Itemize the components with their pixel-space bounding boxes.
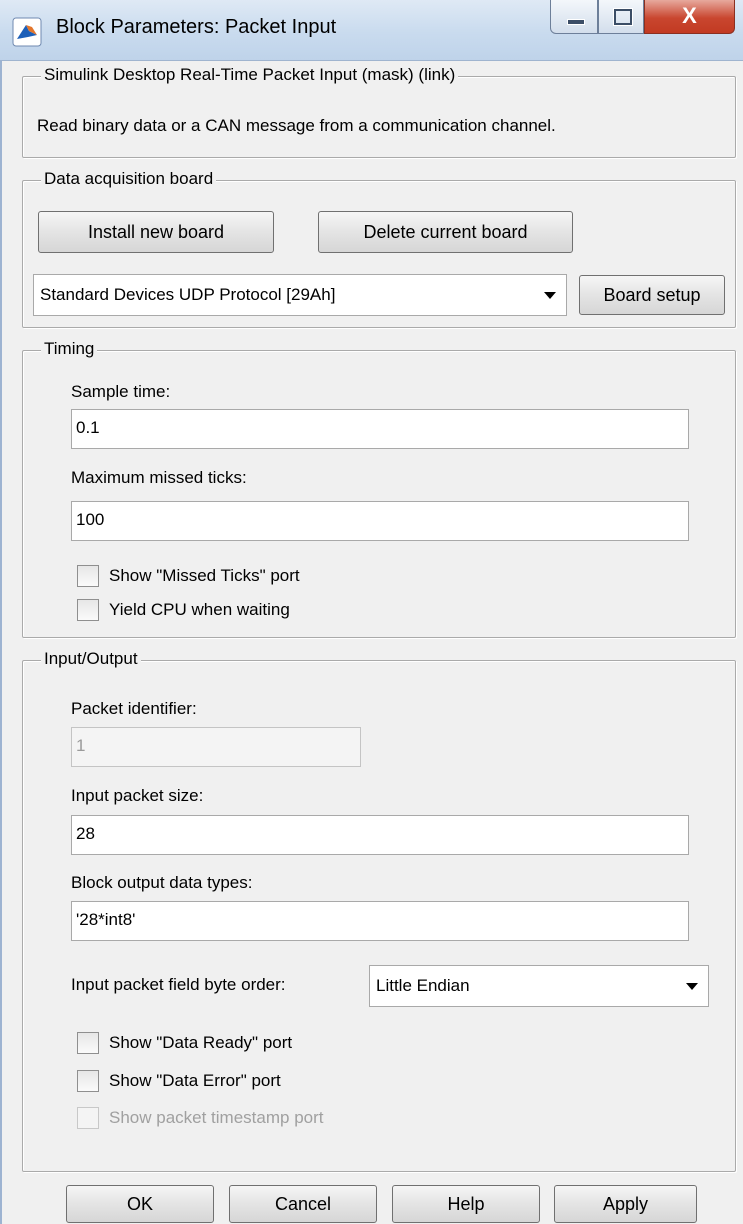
- mask-legend: Simulink Desktop Real-Time Packet Input …: [41, 65, 459, 85]
- max-missed-ticks-label: Maximum missed ticks:: [71, 468, 247, 487]
- help-button[interactable]: Help: [392, 1185, 540, 1223]
- cancel-button[interactable]: Cancel: [229, 1185, 377, 1223]
- board-setup-button[interactable]: Board setup: [579, 275, 725, 315]
- packet-size-label: Input packet size:: [71, 786, 204, 805]
- show-data-error-label: Show "Data Error" port: [109, 1071, 281, 1090]
- delete-board-button[interactable]: Delete current board: [318, 211, 573, 253]
- timing-legend: Timing: [41, 339, 98, 359]
- show-timestamp-checkbox: [77, 1107, 99, 1129]
- chevron-down-icon[interactable]: [534, 275, 566, 315]
- window-border: [0, 60, 2, 1224]
- chevron-down-icon[interactable]: [676, 966, 708, 1006]
- window-controls: X: [550, 0, 735, 36]
- show-data-ready-checkbox[interactable]: [77, 1032, 99, 1054]
- byte-order-label: Input packet field byte order:: [71, 975, 286, 994]
- ok-button[interactable]: OK: [66, 1185, 214, 1223]
- close-icon: X: [682, 3, 697, 28]
- minimize-button[interactable]: [550, 0, 598, 34]
- packet-id-input: 1: [71, 727, 361, 767]
- maximize-button[interactable]: [598, 0, 644, 34]
- io-group: Input/Output Packet identifier: 1 Input …: [22, 649, 736, 1172]
- sample-time-input[interactable]: 0.1: [71, 409, 689, 449]
- block-parameters-dialog: Block Parameters: Packet Input X Simulin…: [0, 0, 743, 1224]
- install-board-button[interactable]: Install new board: [38, 211, 274, 253]
- show-missed-ticks-label: Show "Missed Ticks" port: [109, 566, 300, 585]
- window-title: Block Parameters: Packet Input: [56, 16, 337, 38]
- max-missed-ticks-input[interactable]: 100: [71, 501, 689, 541]
- byte-order-value: Little Endian: [376, 976, 470, 995]
- output-data-types-label: Block output data types:: [71, 873, 253, 892]
- minimize-icon: [567, 19, 585, 25]
- show-data-ready-label: Show "Data Ready" port: [109, 1033, 293, 1052]
- maximize-icon: [614, 9, 632, 25]
- title-bar[interactable]: Block Parameters: Packet Input X: [0, 0, 743, 61]
- matlab-icon: [12, 17, 42, 47]
- byte-order-select[interactable]: Little Endian: [369, 965, 709, 1007]
- show-timestamp-label: Show packet timestamp port: [109, 1108, 324, 1127]
- output-data-types-input[interactable]: '28*int8': [71, 901, 689, 941]
- packet-size-input[interactable]: 28: [71, 815, 689, 855]
- show-data-error-checkbox[interactable]: [77, 1070, 99, 1092]
- board-select-value: Standard Devices UDP Protocol [29Ah]: [40, 285, 336, 304]
- sample-time-label: Sample time:: [71, 382, 171, 401]
- packet-id-label: Packet identifier:: [71, 699, 197, 718]
- mask-group: Simulink Desktop Real-Time Packet Input …: [22, 65, 736, 158]
- yield-cpu-label: Yield CPU when waiting: [109, 600, 290, 619]
- board-group: Data acquisition board Install new board…: [22, 169, 736, 328]
- timing-group: Timing Sample time: 0.1 Maximum missed t…: [22, 339, 736, 638]
- board-select[interactable]: Standard Devices UDP Protocol [29Ah]: [33, 274, 567, 316]
- apply-button[interactable]: Apply: [554, 1185, 697, 1223]
- mask-description: Read binary data or a CAN message from a…: [37, 116, 556, 135]
- board-legend: Data acquisition board: [41, 169, 217, 189]
- yield-cpu-checkbox[interactable]: [77, 599, 99, 621]
- close-button[interactable]: X: [644, 0, 735, 34]
- show-missed-ticks-checkbox[interactable]: [77, 565, 99, 587]
- io-legend: Input/Output: [41, 649, 141, 669]
